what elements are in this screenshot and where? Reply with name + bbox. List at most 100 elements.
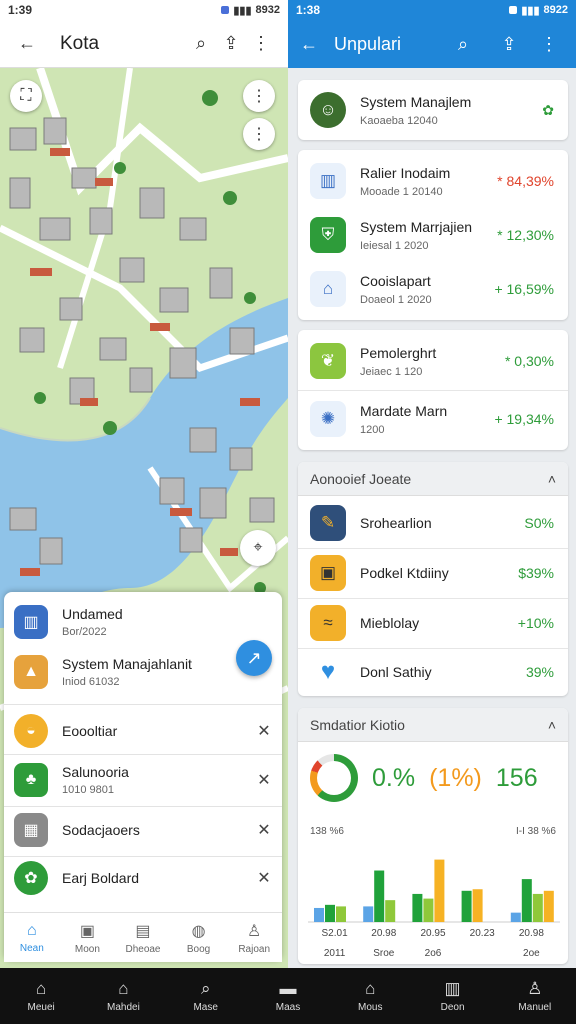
list-item[interactable]: ▥ Undamed Bor/2022	[4, 600, 282, 644]
list-item[interactable]: ▦ Sodacjaoers ✕	[4, 810, 282, 850]
stat-value: 0.%	[372, 763, 416, 792]
search-icon[interactable]: ⌕	[186, 33, 216, 54]
shield-icon: ⛨	[310, 217, 346, 253]
list-item[interactable]: ♥ Donl Sathiy 39%	[298, 650, 568, 694]
item-title: Donl Sathiy	[360, 664, 432, 680]
bank-icon: ⌂	[310, 271, 346, 307]
status-bar: 1:38 ▮▮▮ 8922	[288, 0, 576, 20]
layers-icon[interactable]: ⛶	[10, 80, 42, 112]
back-arrow-icon[interactable]: ←	[12, 33, 42, 54]
chart-bar	[385, 900, 396, 922]
badge-star-icon: ✺	[310, 401, 346, 437]
x-sub-label: 2o6	[425, 948, 442, 959]
list-item[interactable]: ≈ Mieblolay +10%	[298, 600, 568, 646]
navigate-fab[interactable]: ↗	[236, 640, 272, 676]
close-icon[interactable]: ✕	[246, 770, 282, 790]
item-value: * 0,30%	[504, 353, 554, 369]
notification-icon	[221, 6, 230, 14]
item-title: Eoooltiar	[62, 723, 118, 739]
item-value: * 12,30%	[497, 227, 554, 243]
system-nav-item[interactable]: ▬ Maas	[247, 968, 329, 1024]
profile-card[interactable]: ☺ System Manajlem Kaoaeba 12040 ✿	[298, 80, 568, 140]
dashboard-top-bar: ← Unpulari ⌕ ⇪ ⋮	[288, 20, 576, 68]
chart-bar	[472, 889, 483, 922]
nav-item-moon[interactable]: ▣ Moon	[60, 913, 116, 962]
list-item[interactable]: ✎ Srohearlion S0%	[298, 500, 568, 546]
nav-icon: ⌕	[200, 979, 211, 998]
tower-icon: ▲	[14, 655, 48, 689]
chart-bar	[461, 890, 472, 922]
signal-icon: ▮▮▮	[233, 4, 252, 17]
service-icon: ◒	[14, 714, 48, 748]
list-item[interactable]: ▣ Podkel Ktdiiny $39%	[298, 550, 568, 596]
item-subtitle: Doaeol 1 2020	[360, 293, 432, 306]
system-nav-item[interactable]: ⌂ Mahdei	[82, 968, 164, 1024]
share-icon[interactable]: ⇪	[216, 33, 246, 54]
system-nav-item[interactable]: ♙ Manuel	[494, 968, 576, 1024]
close-icon[interactable]: ✕	[246, 868, 282, 888]
map-more-icon[interactable]: ⋮	[243, 118, 275, 150]
x-sub-label: 2011	[324, 948, 346, 959]
section-title: Smdatior Kiotio	[310, 716, 405, 733]
x-tick-label: 20.23	[470, 928, 495, 939]
nav-item-data[interactable]: ▤ Dheoae	[115, 913, 171, 962]
stat-value: 156	[495, 763, 538, 792]
list-item[interactable]: ◒ Eoooltiar ✕	[4, 710, 282, 752]
chat-icon: ✎	[310, 505, 346, 541]
more-vert-icon[interactable]: ⋮	[246, 33, 276, 54]
nav-label: Meuei	[27, 1002, 55, 1013]
item-value: $39%	[518, 565, 554, 581]
section-header[interactable]: Smdatior Kiotio ˄	[298, 708, 568, 742]
section-card-1: Aonooief Joeate ˄ ✎ Srohearlion S0% ▣ Po…	[298, 462, 568, 696]
list-item[interactable]: ⛨ System Marrjajien Ieiesal 1 2020 * 12,3…	[298, 210, 568, 260]
share-icon[interactable]: ⇪	[486, 34, 532, 55]
chart-bar	[510, 912, 521, 922]
list-item[interactable]: ♣ Salunooria 1010 9801 ✕	[4, 756, 282, 804]
divider	[298, 548, 568, 549]
system-nav-item[interactable]: ▥ Deon	[411, 968, 493, 1024]
nav-item-home[interactable]: ⌂ Nean	[4, 913, 60, 962]
nav-item-profile[interactable]: ♙ Rajoan	[226, 913, 282, 962]
item-title: Ralier Inodaim	[360, 164, 451, 181]
item-value: + 16,59%	[494, 281, 554, 297]
chart-bar	[532, 893, 543, 922]
section-header[interactable]: Aonooief Joeate ˄	[298, 462, 568, 496]
item-value: 39%	[525, 664, 554, 680]
nav-label: Manuel	[518, 1002, 552, 1013]
stats-row: 0.% (1%) 156	[298, 742, 568, 814]
list-item[interactable]: ❦ Pemolerghrt Jeiaec 1 120 * 0,30%	[298, 336, 568, 386]
more-vert-icon[interactable]: ⋮	[532, 34, 566, 55]
item-title: Pemolerghrt	[360, 344, 437, 361]
item-title: System Marrjajien	[360, 218, 473, 235]
list-item[interactable]: ✺ Mardate Marn 1200 + 19,34%	[298, 394, 568, 444]
list-item[interactable]: ⌂ Cooislapart Doaeol 1 2020 + 16,59%	[298, 264, 568, 314]
x-tick-label: 20.98	[371, 928, 396, 939]
nav-item-boog[interactable]: ◍ Boog	[171, 913, 227, 962]
battery-label: 8922	[543, 4, 568, 16]
dashboard-screen: 1:38 ▮▮▮ 8922 ← Unpulari ⌕ ⇪ ⋮ ☺ System …	[288, 0, 576, 968]
nav-label: Moon	[74, 943, 100, 955]
wallet-icon: ▣	[310, 555, 346, 591]
avatar: ☺	[310, 92, 346, 128]
chevron-up-icon[interactable]: ˄	[548, 717, 556, 733]
list-item[interactable]: ✿ Earj Boldard ✕	[4, 858, 282, 898]
section-card-2: Smdatior Kiotio ˄ 0.% (1%) 156 138 %6 I-…	[298, 708, 568, 964]
building-icon: ▥	[14, 605, 48, 639]
close-icon[interactable]: ✕	[246, 820, 282, 840]
close-icon[interactable]: ✕	[246, 721, 282, 741]
system-nav-item[interactable]: ⌂ Meuei	[0, 968, 82, 1024]
x-sub-label: 2oe	[523, 948, 540, 959]
map-nav-bar: ⌂ Nean ▣ Moon ▤ Dheoae ◍ Boog ♙ Rajoan	[4, 912, 282, 962]
system-nav-item[interactable]: ⌂ Mous	[329, 968, 411, 1024]
chevron-up-icon[interactable]: ˄	[548, 471, 556, 487]
search-icon[interactable]: ⌕	[440, 34, 486, 55]
chart-bar	[325, 904, 335, 922]
park-icon: ♣	[14, 763, 48, 797]
locate-icon[interactable]: ⌖	[240, 530, 276, 566]
system-nav-item[interactable]: ⌕ Mase	[165, 968, 247, 1024]
back-arrow-icon[interactable]: ←	[298, 34, 320, 55]
item-title: Mardate Marn	[360, 402, 448, 419]
list-item[interactable]: ▥ Ralier Inodaim Mooade 1 20140 * 84,39%	[298, 156, 568, 206]
item-subtitle: 1200	[360, 423, 385, 436]
map-options-icon[interactable]: ⋮	[243, 80, 275, 112]
